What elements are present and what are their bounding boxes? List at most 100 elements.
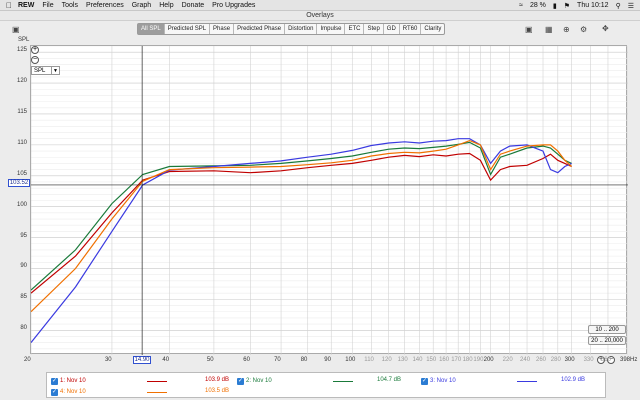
menu-graph[interactable]: Graph bbox=[132, 2, 151, 9]
x-tick-label: 60 bbox=[243, 357, 250, 363]
y-tick-label: 100 bbox=[16, 201, 27, 208]
menu-tools[interactable]: Tools bbox=[62, 2, 78, 9]
y-tick-label: 90 bbox=[20, 263, 27, 270]
spl-select[interactable]: SPL ▼ bbox=[31, 66, 60, 75]
spl-chart[interactable] bbox=[31, 46, 628, 355]
y-range-button[interactable]: 10 .. 200 bbox=[588, 325, 626, 334]
x-tick-label: 398Hz bbox=[620, 357, 638, 363]
legend-value-3: 102.9 dB bbox=[561, 377, 586, 383]
checkbox-checked-icon[interactable]: ✓ bbox=[51, 377, 58, 385]
x-tick-label: 330 bbox=[583, 357, 594, 363]
checkbox-checked-icon[interactable]: ✓ bbox=[421, 377, 428, 385]
zoom-in-y-icon[interactable]: + bbox=[31, 46, 39, 54]
grid-icon[interactable]: ▦ bbox=[545, 25, 553, 34]
x-tick-label: 260 bbox=[536, 357, 547, 363]
menu-list-icon[interactable]: ☰ bbox=[628, 2, 634, 10]
x-tick-label: 150 bbox=[426, 357, 437, 363]
tab-etc[interactable]: ETC bbox=[345, 24, 365, 34]
tab-impulse[interactable]: Impulse bbox=[317, 24, 346, 34]
legend-label: 2: Nov 10 bbox=[246, 378, 272, 384]
x-tick-label: 360 bbox=[600, 357, 611, 363]
x-tick-label: 190 bbox=[473, 357, 484, 363]
battery-icon[interactable]: ▮ bbox=[553, 2, 557, 10]
clock[interactable]: Thu 10:12 bbox=[577, 2, 609, 9]
x-tick-label: 40 bbox=[162, 357, 170, 363]
tab-gd[interactable]: GD bbox=[384, 24, 400, 34]
x-tick-label: 110 bbox=[364, 357, 374, 363]
legend-item-3[interactable]: ✓ 3: Nov 10 bbox=[421, 376, 456, 386]
legend-label: 1: Nov 10 bbox=[60, 378, 86, 384]
legend-item-2[interactable]: ✓ 2: Nov 10 bbox=[237, 376, 272, 386]
plot-area[interactable] bbox=[30, 45, 628, 355]
menu-pro-upgrades[interactable]: Pro Upgrades bbox=[212, 2, 255, 9]
x-tick-label: 80 bbox=[300, 357, 308, 363]
x-tick-label: 200 bbox=[483, 357, 494, 363]
window-icon[interactable]: ▣ bbox=[12, 25, 20, 34]
x-tick-label: 280 bbox=[550, 357, 561, 363]
legend-value-2: 104.7 dB bbox=[377, 377, 402, 383]
legend-value-1: 103.9 dB bbox=[205, 377, 230, 383]
x-tick-label: 220 bbox=[502, 357, 513, 363]
tab-distortion[interactable]: Distortion bbox=[285, 24, 318, 34]
tab-rt60[interactable]: RT60 bbox=[400, 24, 422, 34]
legend-value-4: 103.5 dB bbox=[205, 388, 230, 394]
legend-panel: ✓ 1: Nov 10 103.9 dB ✓ 2: Nov 10 104.7 d… bbox=[46, 372, 606, 398]
y-tick-label: 95 bbox=[20, 232, 27, 239]
y-tick-label: 85 bbox=[20, 294, 27, 301]
spl-select-value: SPL bbox=[34, 68, 46, 74]
x-tick-label: 240 bbox=[520, 357, 531, 363]
x-tick-label: 70 bbox=[274, 357, 281, 363]
x-tick-label: 50 bbox=[206, 357, 214, 363]
menu-help[interactable]: Help bbox=[159, 2, 173, 9]
y-tick-label: 110 bbox=[17, 139, 27, 146]
x-tick-label: 300 bbox=[564, 357, 575, 363]
legend-label: 3: Nov 10 bbox=[430, 378, 456, 384]
legend-item-1[interactable]: ✓ 1: Nov 10 bbox=[51, 376, 86, 386]
window-title: Overlays bbox=[0, 11, 640, 21]
legend-item-4[interactable]: ✓ 4: Nov 10 bbox=[51, 387, 86, 397]
y-tick-label: 105 bbox=[16, 170, 27, 177]
tab-phase[interactable]: Phase bbox=[210, 24, 235, 34]
tab-step[interactable]: Step bbox=[364, 24, 384, 34]
graph-tabs: All SPL Predicted SPL Phase Predicted Ph… bbox=[137, 23, 446, 35]
x-tick-label: 170 bbox=[451, 357, 462, 363]
x-range-button[interactable]: 20 .. 20,000 bbox=[588, 336, 626, 345]
menu-donate[interactable]: Donate bbox=[182, 2, 205, 9]
legend-label: 4: Nov 10 bbox=[60, 389, 86, 395]
tab-predicted-phase[interactable]: Predicted Phase bbox=[234, 24, 286, 34]
y-tick-label: 115 bbox=[17, 108, 27, 115]
legend-swatch-3 bbox=[517, 381, 537, 382]
zoom-out-y-icon[interactable]: − bbox=[31, 56, 39, 64]
y-tick-label: 80 bbox=[20, 325, 27, 332]
menu-preferences[interactable]: Preferences bbox=[86, 2, 124, 9]
search-icon[interactable]: ⚲ bbox=[616, 2, 621, 10]
zoom-tools-icon[interactable]: ⊕ bbox=[563, 25, 570, 34]
tab-clarity[interactable]: Clarity bbox=[421, 24, 444, 34]
checkbox-checked-icon[interactable]: ✓ bbox=[237, 377, 244, 385]
legend-swatch-2 bbox=[333, 381, 353, 382]
y-tick-label: 120 bbox=[16, 78, 27, 85]
chevron-down-icon[interactable]: ▼ bbox=[51, 67, 59, 74]
cursor-x-readout: 14.90 bbox=[133, 356, 151, 364]
battery-percent: 28 % bbox=[529, 2, 546, 9]
tab-predicted-spl[interactable]: Predicted SPL bbox=[165, 24, 211, 34]
x-tick-label: 90 bbox=[324, 357, 331, 363]
pan-arrows-icon[interactable]: ✥ bbox=[602, 24, 609, 33]
tab-all-spl[interactable]: All SPL bbox=[138, 24, 165, 34]
apple-icon[interactable]:  bbox=[0, 1, 18, 10]
x-tick-label: 130 bbox=[397, 357, 408, 363]
wifi-icon[interactable]: ≈ bbox=[519, 2, 523, 9]
menu-file[interactable]: File bbox=[42, 2, 53, 9]
x-tick-label: 30 bbox=[104, 357, 112, 363]
y-tick-label: 125 bbox=[16, 47, 27, 54]
window-icon-2[interactable]: ▣ bbox=[525, 25, 533, 34]
flag-icon[interactable]: ⚑ bbox=[564, 2, 570, 10]
x-tick-label: 100 bbox=[345, 357, 356, 363]
x-tick-label: 20 bbox=[24, 357, 31, 363]
x-tick-label: 140 bbox=[412, 357, 423, 363]
controls-icon[interactable]: ⚙ bbox=[580, 25, 587, 34]
menu-app[interactable]: REW bbox=[18, 2, 34, 9]
menu-bar:  REW File Tools Preferences Graph Help … bbox=[0, 0, 640, 11]
checkbox-checked-icon[interactable]: ✓ bbox=[51, 388, 58, 396]
legend-swatch-1 bbox=[147, 381, 167, 382]
